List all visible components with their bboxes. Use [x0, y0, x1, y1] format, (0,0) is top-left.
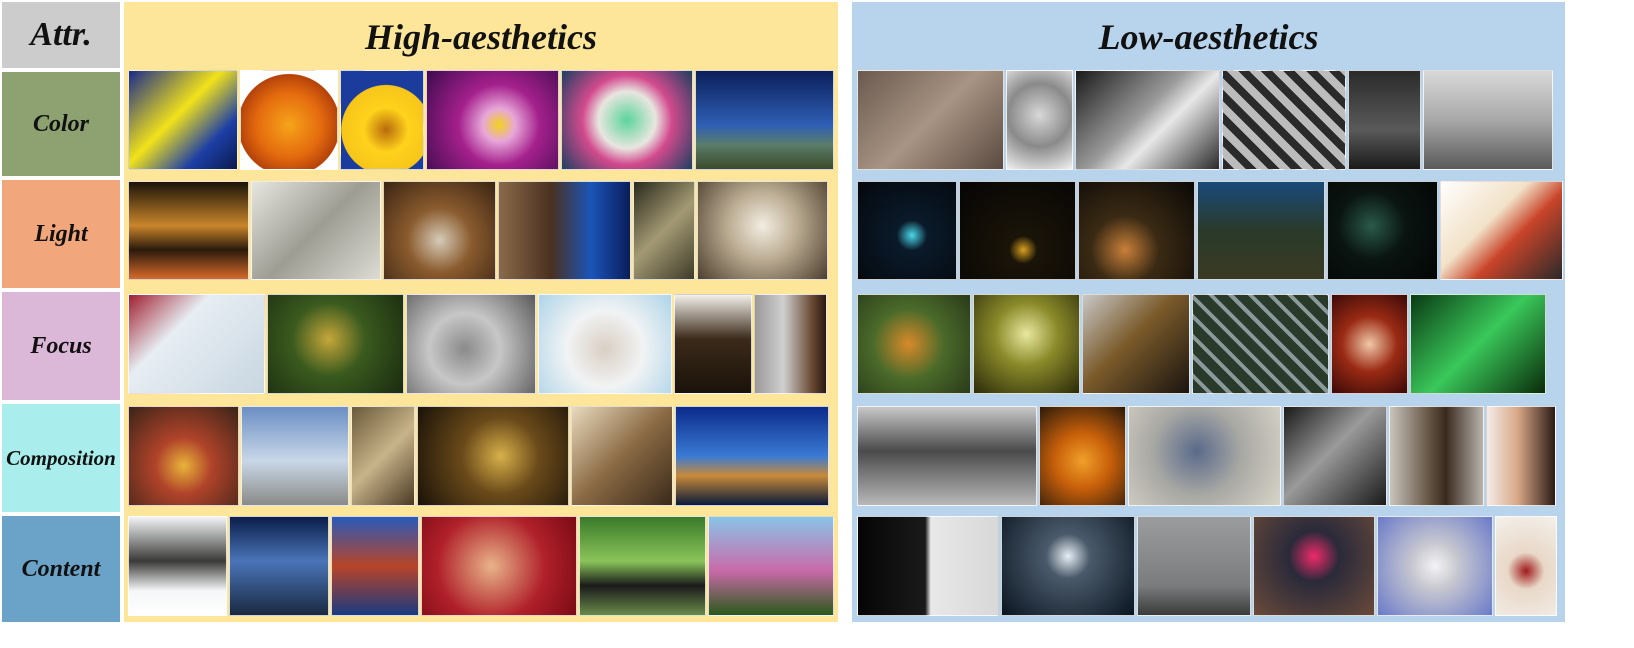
bald-eagle-photo — [674, 294, 752, 394]
tree-burl-photo — [1389, 406, 1484, 506]
row-label-color: Color — [2, 72, 120, 176]
woman-at-typewriter-photo — [571, 406, 673, 506]
orange-flower-photo — [240, 70, 338, 170]
row-label-light: Light — [2, 180, 120, 288]
attr-header-text: Attr. — [30, 16, 92, 53]
paper-roll-photo — [561, 70, 693, 170]
dim-bedroom-photo — [857, 70, 1004, 170]
yellow-daisy-photo — [340, 70, 424, 170]
half-face-bw-photo — [857, 516, 999, 616]
row-label-light-text: Light — [34, 220, 88, 247]
tilted-skater-photo — [1283, 406, 1387, 506]
high-aesthetics-title: High-aesthetics — [124, 4, 838, 70]
feather-photo — [697, 181, 828, 280]
shells-on-sand-photo — [383, 181, 496, 280]
dark-skateboarder-photo — [1348, 70, 1421, 170]
spiky-plant-photo — [267, 294, 404, 394]
smiling-woman-photo — [421, 516, 577, 616]
row-label-focus-text: Focus — [30, 332, 92, 359]
snowy-trees-photo — [128, 516, 227, 616]
hamster-in-cup-photo — [538, 294, 672, 394]
dark-box-photo — [1001, 516, 1135, 616]
row-label-content: Content — [2, 516, 120, 622]
antique-shop-photo — [351, 406, 415, 506]
blurry-fence-photo — [1192, 294, 1329, 394]
red-fortress-photo — [331, 516, 419, 616]
pigeon-photo — [406, 294, 536, 394]
messy-desk-photo — [1082, 294, 1190, 394]
row-label-focus: Focus — [2, 292, 120, 400]
fruit-still-life-photo — [128, 406, 239, 506]
blurry-red-hair-photo — [1331, 294, 1408, 394]
dark-cat-photo — [1327, 181, 1438, 280]
building-facade-photo — [1222, 70, 1346, 170]
low-aesthetics-title-text: Low-aesthetics — [1098, 17, 1319, 57]
row-label-color-text: Color — [32, 110, 89, 137]
waterfall-bw-photo — [1075, 70, 1220, 170]
blurry-hallway-photo — [973, 294, 1080, 394]
foggy-field-photo — [1137, 516, 1251, 616]
night-lake-boat-photo — [695, 70, 834, 170]
row-label-composition-text: Composition — [6, 445, 116, 470]
tower-bridge-photo — [241, 406, 349, 506]
city-skyline-water-photo — [675, 406, 829, 506]
alarm-clock-photo — [1253, 516, 1375, 616]
blurry-foliage-photo — [857, 294, 971, 394]
purple-pansy-photo — [426, 70, 559, 170]
cropped-face-photo — [1486, 406, 1556, 506]
toilet-paper-photo — [1377, 516, 1493, 616]
dark-sign-photo — [959, 181, 1076, 280]
night-street-light-photo — [857, 181, 957, 280]
night-riverwalk-photo — [128, 181, 249, 280]
curved-building-photo — [498, 181, 631, 280]
staircase-photo — [633, 181, 695, 280]
pigeon-on-pavement-photo — [1128, 406, 1281, 506]
boy-portrait-photo — [754, 294, 827, 394]
cup-closeup-photo — [1495, 516, 1557, 616]
blurry-green-light-photo — [1410, 294, 1546, 394]
car-tire-photo — [857, 406, 1037, 506]
attr-header: Attr. — [2, 2, 120, 68]
abstract-swirl-photo — [128, 70, 238, 170]
keyboard-key-photo — [251, 181, 381, 280]
row-label-content-text: Content — [21, 555, 101, 582]
snowman-toy-photo — [128, 294, 265, 394]
wine-bottle-photo — [417, 406, 569, 506]
blossom-branch-photo — [708, 516, 834, 616]
jumping-girl-bw-photo — [1423, 70, 1553, 170]
carved-pumpkin-photo — [1039, 406, 1126, 506]
millennium-bridge-photo — [229, 516, 329, 616]
low-aesthetics-title: Low-aesthetics — [852, 4, 1565, 70]
ghost-figure-field-photo — [1197, 181, 1325, 280]
jeep-photo — [579, 516, 706, 616]
dim-night-town-photo — [1078, 181, 1195, 280]
row-label-composition: Composition — [2, 404, 120, 512]
raised-fist-photo — [1006, 70, 1073, 170]
high-aesthetics-title-text: High-aesthetics — [365, 17, 597, 57]
overexposed-car-photo — [1440, 181, 1563, 280]
